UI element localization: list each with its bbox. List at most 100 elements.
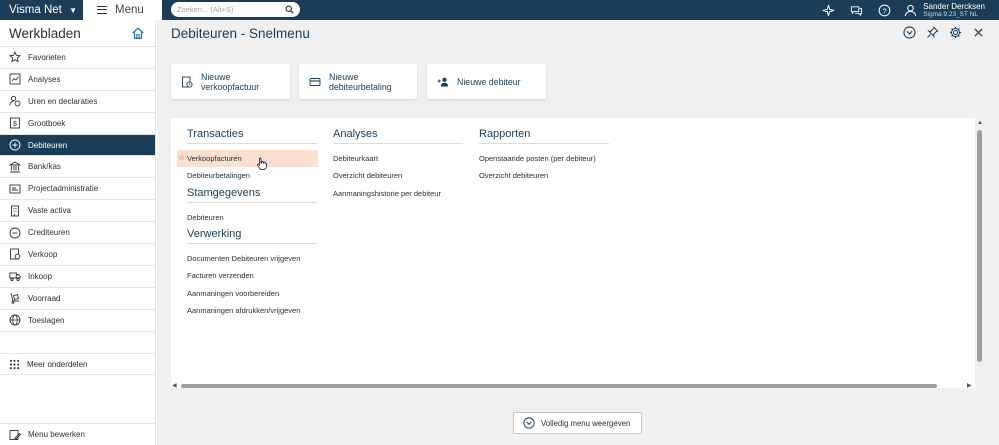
add-person-icon: [437, 77, 449, 86]
column-rapporten: Rapporten Openstaande posten (per debite…: [479, 128, 609, 185]
main-content: Debiteuren - Snelmenu Nieuwe verkoopfact…: [157, 20, 999, 445]
sidebar-item-favorieten[interactable]: Favorieten: [0, 47, 155, 69]
tile-text: Nieuwe debiteurbetaling: [329, 72, 392, 92]
hand-cursor-icon: [257, 157, 267, 170]
pin-icon[interactable]: [926, 26, 939, 39]
sidebar-header: Werkbladen: [0, 20, 155, 47]
link-debiteuren[interactable]: Debiteuren: [187, 209, 318, 226]
sidebar-item-verkoop[interactable]: Verkoop: [0, 244, 155, 266]
chat-icon: [850, 5, 862, 16]
sidebar-item-uren[interactable]: Uren en declaraties: [0, 91, 155, 113]
sidebar-item-inkoop[interactable]: Inkoop: [0, 266, 155, 288]
chevron-circle-icon[interactable]: [903, 26, 916, 39]
brand-label: Visma Net: [9, 4, 62, 16]
truck-icon: [9, 272, 21, 282]
top-icons: ? Sander Dercksen Sigma 9.23_ST NL: [814, 0, 999, 20]
vertical-scrollbar[interactable]: ▲: [976, 118, 983, 388]
chevron-circle-icon: [523, 417, 535, 429]
sales-icon: [10, 249, 21, 260]
company-switcher[interactable]: Visma Net ▼: [0, 0, 83, 20]
sidebar-item-label: Bank/kas: [28, 162, 61, 172]
scroll-right-icon[interactable]: ▶: [967, 382, 972, 389]
sidebar-edit-menu-button[interactable]: Menu bewerken: [0, 423, 155, 445]
link-aanmaningshistorie[interactable]: Aanmaningshistorie per debiteur: [333, 185, 463, 202]
chat-button[interactable]: [842, 0, 870, 20]
link-debiteurkaart[interactable]: Debiteurkaart: [333, 150, 463, 167]
globe-icon: [9, 314, 21, 326]
scroll-up-icon[interactable]: ▲: [977, 120, 983, 126]
sidebar-item-label: Inkoop: [28, 271, 53, 281]
tile-text: Nieuwe debiteur: [457, 77, 521, 87]
user-company: Sigma 9.23_ST NL: [923, 10, 978, 18]
link-openstaande-posten[interactable]: Openstaande posten (per debiteur): [479, 150, 609, 167]
star-icon[interactable]: ☆: [178, 153, 185, 162]
section-title-rapporten: Rapporten: [479, 128, 609, 144]
section-title-analyses: Analyses: [333, 128, 463, 144]
search-icon: [285, 5, 294, 14]
sparkle-icon: [822, 4, 834, 16]
sidebar-item-label: Voorraad: [28, 293, 61, 303]
chevron-down-icon: ▼: [69, 5, 77, 15]
sidebar-item-voorraad[interactable]: Voorraad: [0, 288, 155, 310]
link-overzicht-debiteuren-rapport[interactable]: Overzicht debiteuren: [479, 167, 609, 184]
page-title: Debiteuren - Snelmenu: [171, 26, 310, 41]
sidebar-item-label: Analyses: [28, 74, 61, 84]
svg-text:?: ?: [882, 6, 886, 15]
user-menu[interactable]: Sander Dercksen Sigma 9.23_ST NL: [898, 1, 999, 18]
vertical-scroll-thumb[interactable]: [977, 130, 982, 362]
sidebar-item-crediteuren[interactable]: Crediteuren: [0, 222, 155, 245]
home-icon[interactable]: [131, 26, 145, 40]
grid-icon: [9, 359, 20, 369]
sidebar-item-analyses[interactable]: Analyses: [0, 69, 155, 91]
bank-icon: [9, 161, 21, 173]
link-debiteurbetalingen[interactable]: Debiteurbetalingen: [187, 167, 318, 184]
horizontal-scroll-thumb[interactable]: [181, 384, 937, 388]
user-info: Sander Dercksen Sigma 9.23_ST NL: [923, 1, 985, 18]
sidebar-item-vaste-activa[interactable]: Vaste activa: [0, 200, 155, 223]
full-menu-label: Volledig menu weergeven: [541, 418, 631, 428]
sidebar-item-label: Toeslagen: [28, 315, 65, 325]
section-title-stamgegevens: Stamgegevens: [187, 187, 317, 203]
quick-menu-panel: Transacties ☆ Verkoopfacturen Debiteurbe…: [171, 118, 975, 388]
help-button[interactable]: ?: [870, 0, 898, 20]
page-toolbar: [903, 26, 985, 39]
sidebar-item-projectadministratie[interactable]: Projectadministratie: [0, 178, 155, 201]
building-icon: [11, 205, 19, 217]
sidebar-more-label: Meer onderdelen: [27, 359, 88, 369]
edit-menu-icon: [9, 429, 21, 440]
gear-icon[interactable]: [949, 26, 962, 39]
tile-nieuwe-debiteur[interactable]: Nieuwe debiteur: [427, 64, 546, 99]
link-aanmaningen-voorbereiden[interactable]: Aanmaningen voorbereiden: [187, 284, 318, 301]
link-label: Verkoopfacturen: [187, 154, 242, 164]
column-transacties: Transacties ☆ Verkoopfacturen Debiteurbe…: [177, 128, 318, 319]
sidebar-item-bank-kas[interactable]: Bank/kas: [0, 156, 155, 179]
tile-nieuwe-debiteurbetaling[interactable]: Nieuwe debiteurbetaling: [299, 64, 417, 99]
user-name: Sander Dercksen: [923, 1, 985, 11]
close-icon[interactable]: [972, 26, 985, 39]
link-aanmaningen-afdrukken[interactable]: Aanmaningen afdrukken/vrijgeven: [187, 302, 318, 319]
sidebar-item-debiteuren[interactable]: Debiteuren: [0, 134, 155, 157]
link-documenten-vrijgeven[interactable]: Documenten Debiteuren vrijgeven: [187, 250, 318, 267]
sidebar-item-grootboek[interactable]: $ Grootboek: [0, 113, 155, 135]
sidebar-item-label: Projectadministratie: [28, 184, 99, 194]
sidebar-item-label: Vaste activa: [28, 206, 71, 216]
sparkle-button[interactable]: [814, 0, 842, 20]
search-input[interactable]: Zoeken... (Alt+S): [171, 2, 300, 17]
tile-line1: Nieuwe: [201, 71, 231, 82]
card-icon: [309, 77, 321, 86]
chart-icon: [9, 73, 21, 85]
link-verkoopfacturen[interactable]: ☆ Verkoopfacturen: [177, 150, 318, 168]
menu-button[interactable]: Menu: [83, 0, 162, 20]
tile-line2: verkoopfactuur: [201, 81, 260, 92]
sidebar-more-button[interactable]: Meer onderdelen: [0, 353, 155, 375]
scroll-left-icon[interactable]: ◀: [172, 382, 177, 389]
link-overzicht-debiteuren[interactable]: Overzicht debiteuren: [333, 167, 463, 184]
sidebar-item-label: Favorieten: [28, 52, 66, 62]
horizontal-scrollbar[interactable]: ◀ ▶: [171, 382, 975, 390]
dolly-icon: [10, 293, 20, 304]
sidebar-item-toeslagen[interactable]: Toeslagen: [0, 310, 155, 332]
link-facturen-verzenden[interactable]: Facturen verzenden: [187, 267, 318, 284]
full-menu-button[interactable]: Volledig menu weergeven: [513, 412, 642, 434]
sidebar-title: Werkbladen: [9, 25, 81, 41]
tile-nieuwe-verkoopfactuur[interactable]: Nieuwe verkoopfactuur: [171, 64, 290, 99]
